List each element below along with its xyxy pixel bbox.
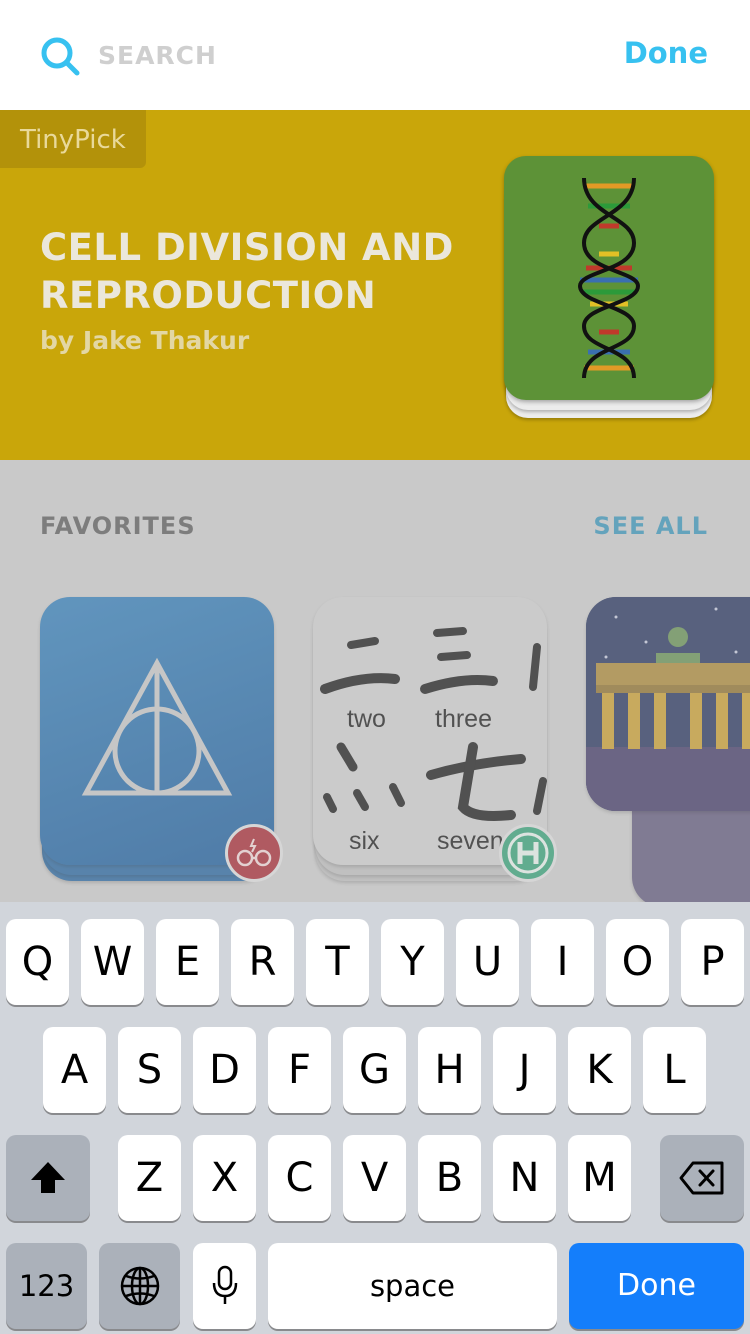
- search-bar: Done: [0, 0, 750, 110]
- key-p[interactable]: P: [681, 919, 744, 1005]
- key-g[interactable]: G: [343, 1027, 406, 1113]
- microphone-icon: [212, 1265, 237, 1304]
- brandenburg-gate-icon: [586, 597, 750, 811]
- key-e[interactable]: E: [156, 919, 219, 1005]
- h-badge-icon: [499, 824, 557, 882]
- key-x[interactable]: X: [193, 1135, 256, 1221]
- favorite-card-brandenburg-gate[interactable]: [586, 597, 750, 902]
- key-o[interactable]: O: [606, 919, 669, 1005]
- search-icon: [41, 37, 80, 76]
- key-n[interactable]: N: [493, 1135, 556, 1221]
- key-h[interactable]: H: [418, 1027, 481, 1113]
- key-v[interactable]: V: [343, 1135, 406, 1221]
- word-seven: seven: [437, 827, 504, 855]
- key-m[interactable]: M: [568, 1135, 631, 1221]
- word-six: six: [349, 827, 380, 855]
- featured-author: by Jake Thakur: [40, 326, 250, 355]
- key-u[interactable]: U: [456, 919, 519, 1005]
- key-s[interactable]: S: [118, 1027, 181, 1113]
- tinypick-tag: TinyPick: [0, 110, 146, 168]
- globe-icon: [120, 1266, 159, 1306]
- favorites-section: FAVORITES SEE ALL two three six seven: [0, 460, 750, 902]
- key-t[interactable]: T: [306, 919, 369, 1005]
- globe-key[interactable]: [99, 1243, 180, 1329]
- dna-icon: [577, 177, 641, 379]
- microphone-key[interactable]: [193, 1243, 256, 1329]
- key-b[interactable]: B: [418, 1135, 481, 1221]
- key-z[interactable]: Z: [118, 1135, 181, 1221]
- word-three: three: [435, 705, 492, 733]
- key-i[interactable]: I: [531, 919, 594, 1005]
- featured-banner[interactable]: TinyPick CELL DIVISION AND REPRODUCTION …: [0, 110, 750, 460]
- key-f[interactable]: F: [268, 1027, 331, 1113]
- shift-arrow-icon: [31, 1162, 65, 1193]
- backspace-icon: [679, 1161, 724, 1195]
- chinese-numerals-icon: two three six seven: [320, 627, 547, 855]
- favorite-card-chinese-numbers[interactable]: two three six seven: [313, 597, 557, 887]
- key-d[interactable]: D: [193, 1027, 256, 1113]
- key-c[interactable]: C: [268, 1135, 331, 1221]
- key-k[interactable]: K: [568, 1027, 631, 1113]
- favorites-title: FAVORITES: [40, 512, 196, 540]
- see-all-button[interactable]: SEE ALL: [593, 512, 708, 540]
- deathly-hallows-icon: [81, 657, 233, 796]
- search-done-button[interactable]: Done: [624, 36, 708, 70]
- backspace-key[interactable]: [660, 1135, 744, 1221]
- search-input[interactable]: [98, 30, 578, 80]
- space-key[interactable]: space: [268, 1243, 557, 1329]
- keyboard-done-key[interactable]: Done: [569, 1243, 744, 1329]
- featured-title: CELL DIVISION AND REPRODUCTION: [40, 226, 454, 317]
- key-l[interactable]: L: [643, 1027, 706, 1113]
- key-w[interactable]: W: [81, 919, 144, 1005]
- word-two: two: [347, 705, 386, 733]
- shift-key[interactable]: [6, 1135, 90, 1221]
- glasses-badge-icon: [225, 824, 283, 882]
- numbers-key[interactable]: 123: [6, 1243, 87, 1329]
- keyboard: Q W E R T Y U I O P A S D F G H J K L Z …: [0, 902, 750, 1334]
- key-j[interactable]: J: [493, 1027, 556, 1113]
- featured-deck-card[interactable]: [504, 156, 714, 424]
- key-a[interactable]: A: [43, 1027, 106, 1113]
- favorite-card-deathly-hallows[interactable]: [40, 597, 283, 887]
- key-q[interactable]: Q: [6, 919, 69, 1005]
- key-r[interactable]: R: [231, 919, 294, 1005]
- key-y[interactable]: Y: [381, 919, 444, 1005]
